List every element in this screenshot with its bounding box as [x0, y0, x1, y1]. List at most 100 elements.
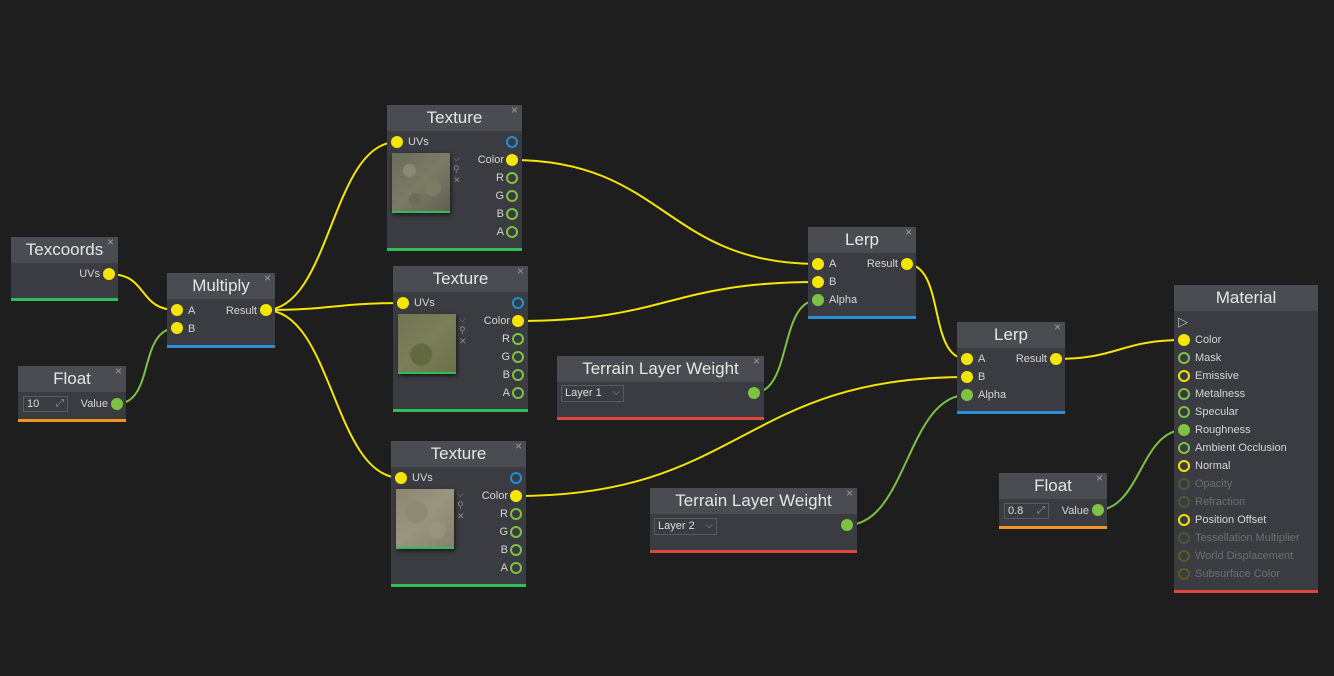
node-header[interactable]: Texture ×	[393, 264, 528, 292]
connection-wire[interactable]	[1096, 429, 1185, 511]
float-value-input[interactable]: 10 ⤢	[23, 396, 68, 412]
input-pin-a[interactable]	[171, 304, 183, 316]
node-header[interactable]: Terrain Layer Weight ×	[557, 354, 764, 382]
remove-icon[interactable]: ✕	[459, 337, 467, 346]
node-header[interactable]: Lerp ×	[808, 225, 916, 253]
multiply-node[interactable]: Multiply × A B Result	[167, 271, 275, 348]
connection-wire[interactable]	[511, 159, 819, 265]
connection-wire[interactable]	[264, 141, 398, 311]
output-pin[interactable]	[841, 519, 853, 531]
output-pin-a[interactable]	[506, 226, 518, 238]
close-icon[interactable]: ×	[905, 225, 912, 239]
texture-node[interactable]: Texture × UVs ⌵ ⚲ ✕ Color R G B A	[393, 264, 528, 412]
input-pin-normal[interactable]	[1178, 460, 1190, 472]
lerp-node[interactable]: Lerp × A B Alpha Result	[808, 225, 916, 319]
layer-dropdown[interactable]: Layer 2 ⌵	[654, 518, 717, 535]
output-pin-r[interactable]	[510, 508, 522, 520]
output-pin-g[interactable]	[506, 190, 518, 202]
connection-wire[interactable]	[264, 309, 402, 479]
search-icon[interactable]: ⚲	[459, 326, 466, 335]
input-pin-metalness[interactable]	[1178, 388, 1190, 400]
texture-preview[interactable]	[398, 314, 456, 374]
node-header[interactable]: Terrain Layer Weight ×	[650, 486, 857, 514]
input-pin-mask[interactable]	[1178, 352, 1190, 364]
chevron-down-icon[interactable]: ⌵	[453, 154, 460, 163]
texcoords-node[interactable]: Texcoords × UVs	[11, 235, 118, 301]
input-pin-b[interactable]	[961, 371, 973, 383]
input-pin-alpha[interactable]	[812, 294, 824, 306]
output-pin-color[interactable]	[506, 154, 518, 166]
output-pin-uvs[interactable]	[103, 268, 115, 280]
material-node[interactable]: Material ▷ Color Mask Emissive Metalness Spe…	[1174, 285, 1318, 593]
node-header[interactable]: Float ×	[18, 364, 126, 392]
output-pin-r[interactable]	[512, 333, 524, 345]
output-pin-b[interactable]	[510, 544, 522, 556]
input-pin-uvs[interactable]	[395, 472, 407, 484]
input-pin-color[interactable]	[1178, 334, 1190, 346]
node-header[interactable]: Multiply ×	[167, 271, 275, 299]
close-icon[interactable]: ×	[264, 271, 271, 285]
remove-icon[interactable]: ✕	[457, 512, 465, 521]
input-pin-position-offset[interactable]	[1178, 514, 1190, 526]
terrain-layer-weight-node[interactable]: Terrain Layer Weight × Layer 2 ⌵	[650, 486, 857, 553]
close-icon[interactable]: ×	[517, 264, 524, 278]
input-pin-b[interactable]	[171, 322, 183, 334]
chevron-down-icon[interactable]: ⌵	[459, 315, 466, 324]
input-pin-b[interactable]	[812, 276, 824, 288]
close-icon[interactable]: ×	[107, 235, 114, 249]
close-icon[interactable]: ×	[846, 486, 853, 500]
search-icon[interactable]: ⚲	[453, 165, 460, 174]
output-pin-value[interactable]	[111, 398, 123, 410]
search-icon[interactable]: ⚲	[457, 501, 464, 510]
input-pin-emissive[interactable]	[1178, 370, 1190, 382]
node-header[interactable]: Lerp ×	[957, 320, 1065, 348]
output-pin-a[interactable]	[512, 387, 524, 399]
node-header[interactable]: Material	[1174, 285, 1318, 311]
remove-icon[interactable]: ✕	[453, 176, 461, 185]
expand-icon[interactable]: ⤢	[1037, 504, 1045, 518]
connection-wire[interactable]	[264, 302, 404, 311]
input-pin-alpha[interactable]	[961, 389, 973, 401]
input-pin-roughness[interactable]	[1178, 424, 1190, 436]
close-icon[interactable]: ×	[511, 103, 518, 117]
node-header[interactable]: Float ×	[999, 471, 1107, 499]
node-header[interactable]: Texture ×	[391, 439, 526, 467]
connection-wire[interactable]	[517, 281, 819, 322]
connection-wire[interactable]	[1054, 339, 1185, 360]
output-pin-g[interactable]	[512, 351, 524, 363]
output-pin-color[interactable]	[512, 315, 524, 327]
close-icon[interactable]: ×	[115, 364, 122, 378]
output-arrow-icon[interactable]: ▷	[1178, 315, 1188, 328]
float-node[interactable]: Float × 0.8 ⤢ Value	[999, 471, 1107, 529]
texture-preview[interactable]	[392, 153, 450, 213]
close-icon[interactable]: ×	[1096, 471, 1103, 485]
close-icon[interactable]: ×	[1054, 320, 1061, 334]
texture-node[interactable]: Texture × UVs ⌵ ⚲ ✕ Color R G B A	[391, 439, 526, 587]
node-header[interactable]: Texcoords ×	[11, 235, 118, 263]
chevron-down-icon[interactable]: ⌵	[457, 490, 464, 499]
output-pin[interactable]	[748, 387, 760, 399]
layer-dropdown[interactable]: Layer 1 ⌵	[561, 385, 624, 402]
output-pin-value[interactable]	[1092, 504, 1104, 516]
output-pin-g[interactable]	[510, 526, 522, 538]
texture-preview[interactable]	[396, 489, 454, 549]
input-pin-uvs[interactable]	[391, 136, 403, 148]
float-value-input[interactable]: 0.8 ⤢	[1004, 503, 1049, 519]
output-pin-a[interactable]	[510, 562, 522, 574]
close-icon[interactable]: ×	[753, 354, 760, 368]
node-header[interactable]: Texture ×	[387, 103, 522, 131]
output-pin-texture[interactable]	[512, 297, 524, 309]
texture-node[interactable]: Texture × UVs ⌵ ⚲ ✕ Color R G B A	[387, 103, 522, 251]
input-pin-a[interactable]	[812, 258, 824, 270]
input-pin-ambient-occlusion[interactable]	[1178, 442, 1190, 454]
output-pin-texture[interactable]	[506, 136, 518, 148]
output-pin-r[interactable]	[506, 172, 518, 184]
output-pin-result[interactable]	[1050, 353, 1062, 365]
input-pin-specular[interactable]	[1178, 406, 1190, 418]
float-node[interactable]: Float × 10 ⤢ Value	[18, 364, 126, 422]
input-pin-uvs[interactable]	[397, 297, 409, 309]
lerp-node[interactable]: Lerp × A B Alpha Result	[957, 320, 1065, 414]
output-pin-b[interactable]	[512, 369, 524, 381]
output-pin-result[interactable]	[901, 258, 913, 270]
output-pin-b[interactable]	[506, 208, 518, 220]
